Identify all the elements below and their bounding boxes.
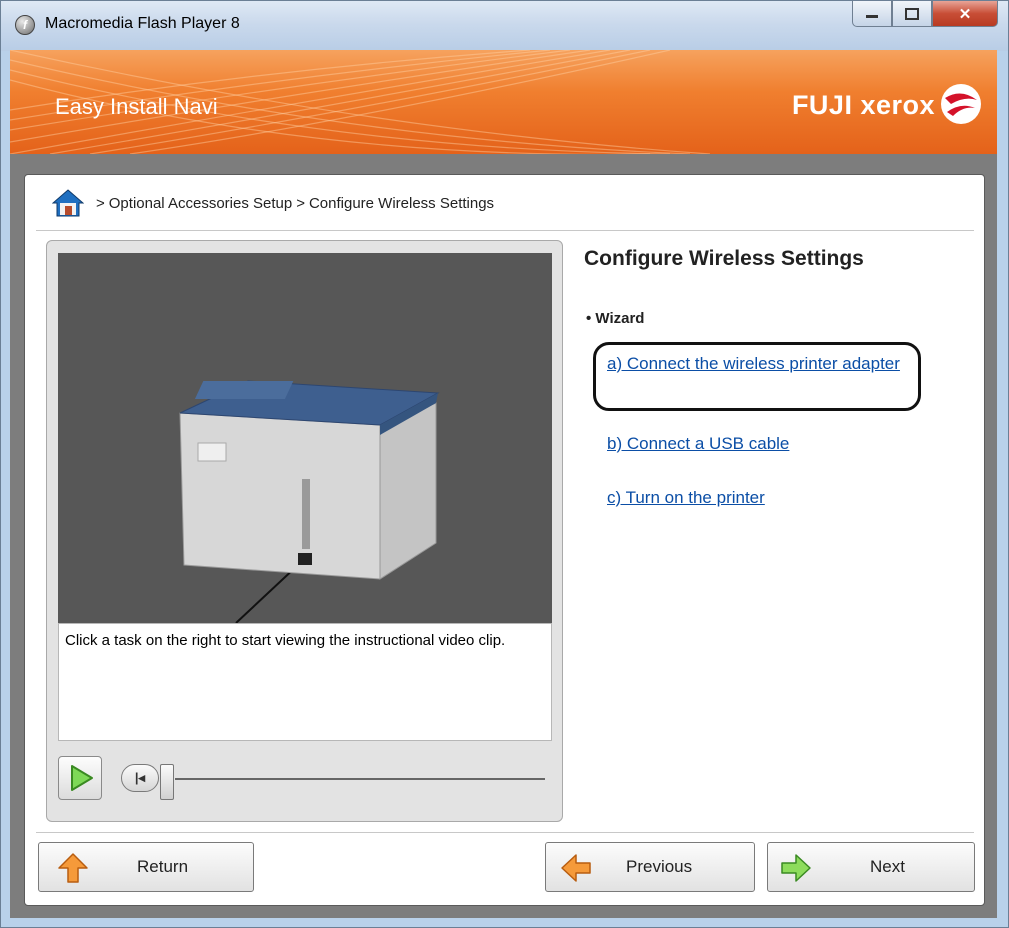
return-up-arrow-icon [58,853,88,883]
header-title: Easy Install Navi [55,94,218,119]
brand-logo-text: FUJI xerox [791,90,935,120]
flash-player-icon: f [15,15,35,35]
link-connect-usb-cable[interactable]: b) Connect a USB cable [607,432,789,455]
maximize-button[interactable] [892,1,932,27]
breadcrumb-item-optional-accessories[interactable]: Optional Accessories Setup [109,195,292,212]
section-title: Configure Wireless Settings [584,247,864,270]
return-button[interactable]: Return [38,842,254,892]
breadcrumb-separator: > [296,194,305,212]
link-connect-wireless-adapter[interactable]: a) Connect the wireless printer adapter [607,352,907,375]
rewind-button[interactable]: |◂ [121,764,159,792]
play-icon [71,765,93,791]
close-button[interactable]: ✕ [932,1,998,27]
breadcrumb-item-configure-wireless: Configure Wireless Settings [308,194,495,212]
previous-label: Previous [626,857,693,876]
wizard-label: • Wizard [586,310,645,327]
divider [36,832,974,833]
breadcrumb-separator: > [96,194,105,212]
window-controls: ✕ [852,1,998,31]
video-caption: Click a task on the right to start viewi… [58,623,552,741]
left-arrow-icon [561,854,591,882]
maximize-icon [905,7,919,20]
window-title: Macromedia Flash Player 8 [45,15,240,32]
divider [36,230,974,231]
close-icon: ✕ [958,5,972,23]
video-progress-track[interactable] [175,778,545,780]
previous-button[interactable]: Previous [545,842,755,892]
next-label: Next [870,857,905,876]
video-progress-thumb[interactable] [160,764,174,800]
right-arrow-icon [781,854,811,882]
printer-illustration [179,380,440,624]
return-label: Return [137,857,189,876]
title-bar: f Macromedia Flash Player 8 ✕ [1,1,1008,51]
play-button[interactable] [58,756,102,800]
home-icon[interactable] [52,188,84,218]
app-header: Easy Install Navi FUJI xerox [10,50,997,154]
link-turn-on-printer[interactable]: c) Turn on the printer [607,486,765,509]
minimize-icon [866,14,878,18]
next-button[interactable]: Next [767,842,975,892]
video-screen[interactable] [58,253,552,624]
fuji-xerox-sphere-logo-icon [941,84,981,124]
minimize-button[interactable] [852,1,892,27]
breadcrumb: > Optional Accessories Setup > Configure… [52,188,494,218]
rewind-to-start-icon: |◂ [134,770,146,785]
